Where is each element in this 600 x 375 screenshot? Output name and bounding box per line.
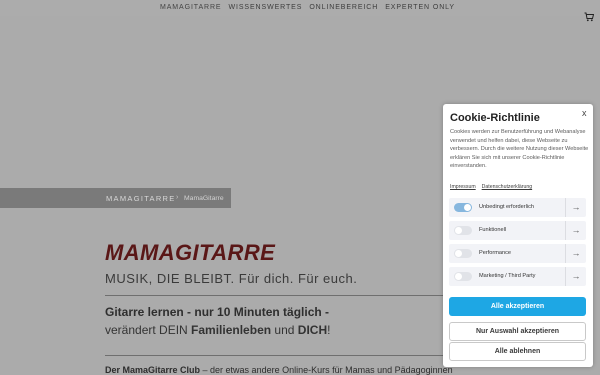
page-subtitle: MUSIK, DIE BLEIBT. Für dich. Für euch. — [105, 271, 358, 286]
lead-text-bold-2: DICH — [297, 323, 328, 337]
lead-line-1: Gitarre lernen - nur 10 Minuten täglich … — [105, 305, 330, 319]
cookie-description: Cookies werden zur Benutzerführung und W… — [450, 129, 589, 170]
lead-text-bold-1: Familienleben — [191, 323, 272, 337]
cookie-category-necessary[interactable]: Unbedingt erforderlich → — [449, 198, 586, 217]
cookie-category-marketing[interactable]: Marketing / Third Party → — [449, 267, 586, 286]
nav-item-mamagitarre[interactable]: MAMAGITARRE — [160, 4, 227, 11]
category-label: Performance — [479, 250, 512, 256]
toggle-performance[interactable] — [454, 249, 472, 258]
breadcrumb: MAMAGITARRE › MamaGitarre — [0, 188, 231, 208]
nav-item-wissenswertes[interactable]: WISSENSWERTES — [229, 4, 308, 11]
reject-all-button[interactable]: Alle ablehnen — [449, 342, 586, 361]
breadcrumb-separator: › — [176, 194, 179, 201]
accept-all-button[interactable]: Alle akzeptieren — [449, 297, 586, 316]
lead-text-post: ! — [327, 323, 331, 337]
nav-menu: MAMAGITARRE WISSENSWERTES ONLINEBEREICH … — [160, 4, 462, 11]
cookie-title: Cookie-Richtlinie — [450, 112, 540, 124]
cookie-category-performance[interactable]: Performance → — [449, 244, 586, 263]
breadcrumb-current: MamaGitarre — [184, 194, 224, 202]
cookie-consent-panel: Cookie-Richtlinie x Cookies werden zur B… — [443, 104, 593, 367]
divider — [105, 295, 455, 296]
impressum-link[interactable]: Impressum — [450, 184, 476, 190]
divider — [105, 355, 455, 356]
lead-text-mid: und — [271, 323, 298, 337]
cookie-links: Impressum Datenschutzerklärung — [450, 184, 532, 190]
category-label: Unbedingt erforderlich — [479, 204, 535, 210]
top-nav: MAMAGITARRE WISSENSWERTES ONLINEBEREICH … — [0, 0, 600, 16]
intro-bold: Der MamaGitarre Club — [105, 365, 201, 375]
category-label: Marketing / Third Party — [479, 273, 536, 279]
breadcrumb-home-link[interactable]: MAMAGITARRE — [106, 194, 176, 203]
close-icon[interactable]: x — [582, 108, 587, 118]
toggle-functional[interactable] — [454, 226, 472, 235]
nav-item-onlinebereich[interactable]: ONLINEBEREICH — [309, 4, 383, 11]
arrow-right-icon[interactable]: → — [565, 267, 586, 286]
arrow-right-icon[interactable]: → — [565, 221, 586, 240]
page-title: MAMAGITARRE — [105, 240, 276, 265]
toggle-necessary[interactable] — [454, 203, 472, 212]
nav-item-experten-only[interactable]: EXPERTEN ONLY — [385, 4, 460, 11]
datenschutz-link[interactable]: Datenschutzerklärung — [482, 184, 532, 190]
category-label: Funktionell — [479, 227, 507, 233]
lead-line-2: verändert DEIN Familienleben und DICH! — [105, 323, 330, 337]
accept-selection-button[interactable]: Nur Auswahl akzeptieren — [449, 322, 586, 341]
lead-text-pre: verändert DEIN — [105, 323, 192, 337]
arrow-right-icon[interactable]: → — [565, 244, 586, 263]
cookie-category-functional[interactable]: Funktionell → — [449, 221, 586, 240]
cart-icon[interactable] — [584, 12, 594, 22]
arrow-right-icon[interactable]: → — [565, 198, 586, 217]
toggle-marketing[interactable] — [454, 272, 472, 281]
intro-text: Der MamaGitarre Club – der etwas andere … — [105, 365, 453, 375]
intro-rest: – der etwas andere Online-Kurs für Mamas… — [200, 365, 453, 375]
